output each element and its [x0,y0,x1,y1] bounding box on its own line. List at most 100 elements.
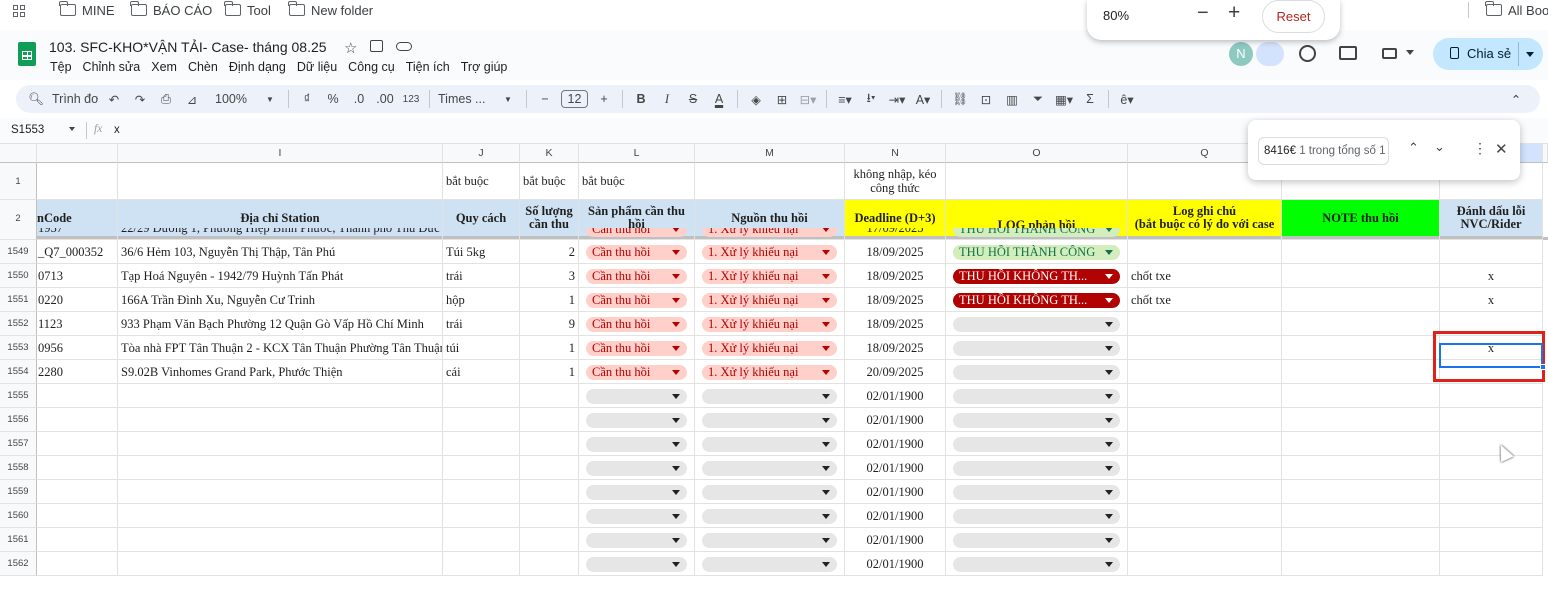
bookmark-tool[interactable]: Tool [224,1,271,18]
number-format-button[interactable]: 123 [401,87,421,111]
source-dropdown[interactable]: 1. Xử lý khiếu nại [702,293,837,308]
log-status-dropdown[interactable] [953,389,1120,404]
cell-o[interactable] [946,552,1128,576]
bookmark-bao-cao[interactable]: BÁO CÁO [130,1,212,18]
menu-extensions[interactable]: Tiện ích [406,60,450,74]
cell-m[interactable]: 1. Xử lý khiếu nại [695,360,845,384]
cell-m[interactable] [695,456,845,480]
redo-icon[interactable]: ↷ [130,87,150,111]
cell-q[interactable] [1128,504,1282,528]
sheets-logo-icon[interactable] [18,42,36,66]
search-icon[interactable]: 🔍︎ [26,87,46,111]
cell-q[interactable] [1128,480,1282,504]
log-status-dropdown[interactable] [953,413,1120,428]
borders-icon[interactable]: ⊞ [772,87,792,111]
cell-j[interactable]: túi [443,336,520,360]
history-icon[interactable] [1299,45,1316,62]
currency-button[interactable]: ₫ [297,87,317,111]
chevron-down-icon[interactable]: ▼ [498,87,518,111]
cell-addr[interactable]: S9.02B Vinhomes Grand Park, Phước Thiện [118,360,443,384]
cell-k[interactable] [520,384,579,408]
cell-q[interactable] [1128,408,1282,432]
fill-handle[interactable] [1540,364,1546,370]
product-dropdown[interactable] [586,485,687,500]
strikethrough-button[interactable]: S [683,87,703,111]
cell-l[interactable]: Cần thu hồi [579,240,695,264]
cell-code[interactable] [37,384,118,408]
cell-o[interactable]: THU HỒI KHÔNG TH... [946,264,1128,288]
cell-code[interactable]: 0713 [37,264,118,288]
source-dropdown[interactable] [702,509,837,524]
zoom-in-button[interactable]: + [1228,1,1240,25]
cell-addr[interactable]: 36/6 Hẻm 103, Nguyễn Thị Thập, Tân Phú [118,240,443,264]
source-dropdown[interactable] [702,413,837,428]
zoom-out-button[interactable]: − [1197,2,1209,25]
cell-m[interactable]: 1. Xử lý khiếu nại [695,228,845,240]
cell-s[interactable]: x [1440,288,1543,312]
cell-l[interactable]: Cần thu hồi [579,360,695,384]
merge-cells-icon[interactable]: ⊟▾ [798,87,818,111]
log-status-dropdown[interactable] [953,557,1120,572]
product-dropdown[interactable] [586,413,687,428]
cell-m[interactable]: 1. Xử lý khiếu nại [695,312,845,336]
filter-icon[interactable]: ⏷ [1028,87,1048,111]
cell-code[interactable]: 1123 [37,312,118,336]
cell-r[interactable] [1282,336,1440,360]
bookmark-all[interactable]: All Boo [1485,1,1548,18]
zoom-select[interactable]: 100% [208,87,254,111]
cell-s[interactable]: x [1440,264,1543,288]
meet-icon[interactable] [1382,48,1397,59]
log-status-dropdown[interactable] [953,509,1120,524]
cell-m[interactable]: 1. Xử lý khiếu nại [695,264,845,288]
filter-views-icon[interactable]: ▦▾ [1054,87,1074,111]
cell-addr[interactable] [118,432,443,456]
required-note[interactable]: bắt buộc [443,163,520,200]
cell-k[interactable] [520,480,579,504]
row-header[interactable]: 1562 [0,552,37,576]
cell-s[interactable] [1440,480,1543,504]
cell-j[interactable]: cái [443,360,520,384]
product-dropdown[interactable]: Cần thu hồi [586,269,687,284]
align-vertical-icon[interactable]: ⭳▾ [861,87,881,111]
bookmark-new-folder[interactable]: New folder [288,1,373,18]
product-dropdown[interactable] [586,509,687,524]
log-status-dropdown[interactable] [953,437,1120,452]
cell-n[interactable]: 18/09/2025 [845,240,946,264]
comment-add-icon[interactable]: ⊡ [976,87,996,111]
log-status-dropdown[interactable] [953,365,1120,380]
cell-s[interactable] [1440,432,1543,456]
cell-code[interactable] [37,552,118,576]
cell-m[interactable] [695,552,845,576]
cell-l[interactable] [579,432,695,456]
cell-j[interactable] [443,480,520,504]
cell-q[interactable] [1128,240,1282,264]
row-header[interactable]: 1559 [0,480,37,504]
column-header-k[interactable]: K [520,144,579,163]
cell-l[interactable]: Cần thu hồi [579,228,695,240]
product-dropdown[interactable]: Cần thu hồi [586,228,687,237]
source-dropdown[interactable]: 1. Xử lý khiếu nại [702,365,837,380]
row-header[interactable] [0,228,37,240]
cell-code[interactable] [37,456,118,480]
row-header[interactable]: 1560 [0,504,37,528]
cell-k[interactable] [520,408,579,432]
cell-q[interactable] [1128,336,1282,360]
cell-s[interactable] [1440,504,1543,528]
cell-m[interactable] [695,480,845,504]
cell-r[interactable] [1282,456,1440,480]
cell-k[interactable] [520,504,579,528]
row-header[interactable]: 1553 [0,336,37,360]
formula-note[interactable]: không nhập, kéo công thức [845,163,946,200]
cell-n[interactable]: 18/09/2025 [845,336,946,360]
cell-o[interactable] [946,456,1128,480]
row-header[interactable]: 1557 [0,432,37,456]
cell-m[interactable] [695,408,845,432]
row-header[interactable]: 1556 [0,408,37,432]
column-header-j[interactable]: J [443,144,520,163]
increase-decimal-button[interactable]: .00 [375,87,395,111]
cell-q[interactable]: chốt txe [1128,288,1282,312]
column-header-n[interactable]: N [845,144,946,163]
cell-r[interactable] [1282,312,1440,336]
font-size-input[interactable]: 12 [561,90,588,108]
cell-s[interactable] [1440,240,1543,264]
